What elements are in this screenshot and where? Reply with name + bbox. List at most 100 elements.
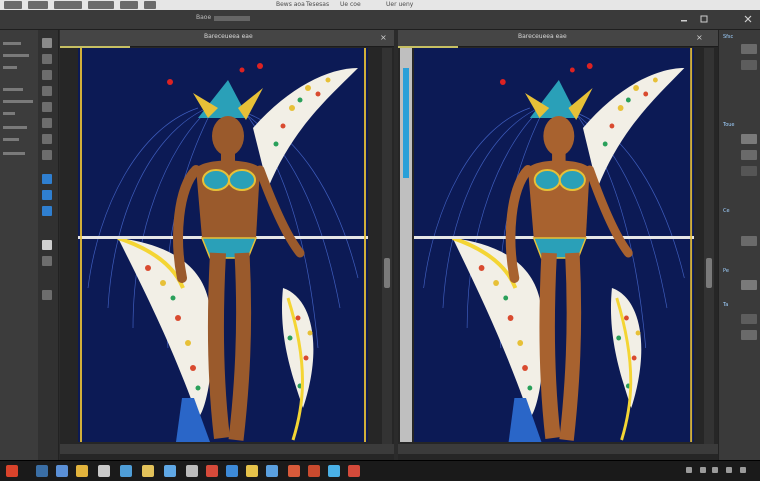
menu-item-image[interactable]	[54, 1, 82, 9]
app-icon[interactable]	[308, 465, 320, 477]
tray-icon[interactable]	[686, 467, 692, 473]
tray-icon[interactable]	[712, 467, 718, 473]
panel-label: Ce	[723, 208, 730, 214]
menu-item-file[interactable]	[4, 1, 22, 9]
app-icon[interactable]	[348, 465, 360, 477]
panel-swatch[interactable]	[741, 330, 757, 340]
hand-tool-icon[interactable]	[42, 256, 52, 266]
tray-icon[interactable]	[726, 467, 732, 473]
gradient-tool-icon[interactable]	[42, 134, 52, 144]
app-icon[interactable]	[186, 465, 198, 477]
app-icon[interactable]	[120, 465, 132, 477]
menu-text-3[interactable]: Ue coe	[340, 0, 361, 10]
crop-tool-icon[interactable]	[42, 86, 52, 96]
app-icon[interactable]	[206, 465, 218, 477]
app-icon[interactable]	[246, 465, 258, 477]
app-icon[interactable]	[164, 465, 176, 477]
menu-text-4[interactable]: Uer ueny	[386, 0, 413, 10]
menu-item-edit[interactable]	[28, 1, 48, 9]
taskbar	[0, 460, 760, 481]
scrollbar-thumb[interactable]	[706, 258, 712, 288]
panel-label: Pe	[723, 268, 729, 274]
panel-swatch[interactable]	[741, 236, 757, 246]
close-icon[interactable]: ×	[380, 33, 387, 42]
scrollbar-thumb[interactable]	[384, 258, 390, 288]
tool-bar	[38, 30, 59, 460]
app-icon[interactable]	[142, 465, 154, 477]
lasso-tool-icon[interactable]	[42, 70, 52, 80]
app-icon[interactable]	[288, 465, 300, 477]
document-tab[interactable]: Bareceueea eae ×	[398, 30, 718, 47]
left-panel	[0, 30, 39, 460]
close-icon[interactable]: ×	[696, 33, 703, 42]
dodge-tool-icon[interactable]	[42, 150, 52, 160]
document-tab-label: Bareceueea eae	[204, 33, 253, 40]
panel-line	[3, 100, 33, 103]
image-canvas-1[interactable]	[78, 48, 368, 442]
panel-line	[3, 66, 17, 69]
app-icon[interactable]	[76, 465, 88, 477]
text-tool-icon[interactable]	[42, 190, 52, 200]
menu-item-select[interactable]	[120, 1, 138, 9]
tray-icon[interactable]	[740, 467, 746, 473]
app-icon[interactable]	[266, 465, 278, 477]
eraser-tool-icon[interactable]	[42, 118, 52, 128]
panel-line	[3, 138, 19, 141]
options-field[interactable]	[214, 16, 250, 21]
panel-swatch[interactable]	[741, 134, 757, 144]
panel-swatch[interactable]	[741, 314, 757, 324]
status-bar	[60, 444, 394, 454]
menu-item-layer[interactable]	[88, 1, 114, 9]
document-window-2: Bareceueea eae ×	[398, 30, 718, 460]
menu-item-filter[interactable]	[144, 1, 156, 9]
right-panel: Sfsc Toue Ce Pe Ta	[718, 30, 760, 460]
carnival-dancer-image	[414, 48, 694, 442]
image-canvas-2[interactable]	[414, 48, 694, 442]
panel-swatch[interactable]	[741, 44, 757, 54]
panel-swatch[interactable]	[741, 150, 757, 160]
panel-swatch[interactable]	[741, 60, 757, 70]
document-tab[interactable]: Bareceueea eae ×	[60, 30, 394, 47]
zoom-tool-icon[interactable]	[42, 290, 52, 300]
status-bar	[398, 444, 718, 454]
pen-tool-icon[interactable]	[42, 174, 52, 184]
move-tool-icon[interactable]	[42, 38, 52, 48]
panel-line	[3, 54, 29, 57]
shape-tool-icon[interactable]	[42, 206, 52, 216]
carnival-dancer-image	[78, 48, 368, 442]
panel-line	[3, 112, 15, 115]
panel-swatch[interactable]	[741, 166, 757, 176]
panel-header: Sfsc	[723, 34, 734, 40]
app-icon[interactable]	[98, 465, 110, 477]
windows-start-icon[interactable]	[6, 465, 18, 477]
vertical-ruler	[400, 48, 412, 442]
brush-tool-icon[interactable]	[42, 102, 52, 112]
menu-text-2[interactable]: Tesesas	[306, 0, 329, 10]
app-icon[interactable]	[36, 465, 48, 477]
maximize-icon[interactable]	[700, 15, 708, 23]
menu-bar: Bews aoa Tesesas Ue coe Uer ueny	[0, 0, 760, 10]
app-icon[interactable]	[226, 465, 238, 477]
panel-label: Ta	[723, 302, 729, 308]
panel-line	[3, 126, 27, 129]
panel-label: Toue	[723, 122, 735, 128]
panel-line	[3, 152, 25, 155]
vertical-scrollbar[interactable]	[382, 48, 392, 448]
foreground-color-icon[interactable]	[42, 240, 52, 250]
panel-line	[3, 88, 23, 91]
document-tab-label: Bareceueea eae	[518, 33, 567, 40]
ruler-highlight	[403, 68, 409, 178]
panel-swatch[interactable]	[741, 280, 757, 290]
vertical-scrollbar[interactable]	[704, 48, 714, 448]
document-window-1: Bareceueea eae ×	[60, 30, 394, 460]
options-bar: Baoe	[0, 10, 760, 30]
app-icon[interactable]	[56, 465, 68, 477]
options-title: Baoe	[196, 14, 212, 21]
menu-text-1[interactable]: Bews aoa	[276, 0, 305, 10]
marquee-tool-icon[interactable]	[42, 54, 52, 64]
app-icon[interactable]	[328, 465, 340, 477]
panel-line	[3, 42, 21, 45]
close-icon[interactable]	[744, 15, 752, 23]
tray-icon[interactable]	[700, 467, 706, 473]
minimize-icon[interactable]	[680, 15, 688, 23]
